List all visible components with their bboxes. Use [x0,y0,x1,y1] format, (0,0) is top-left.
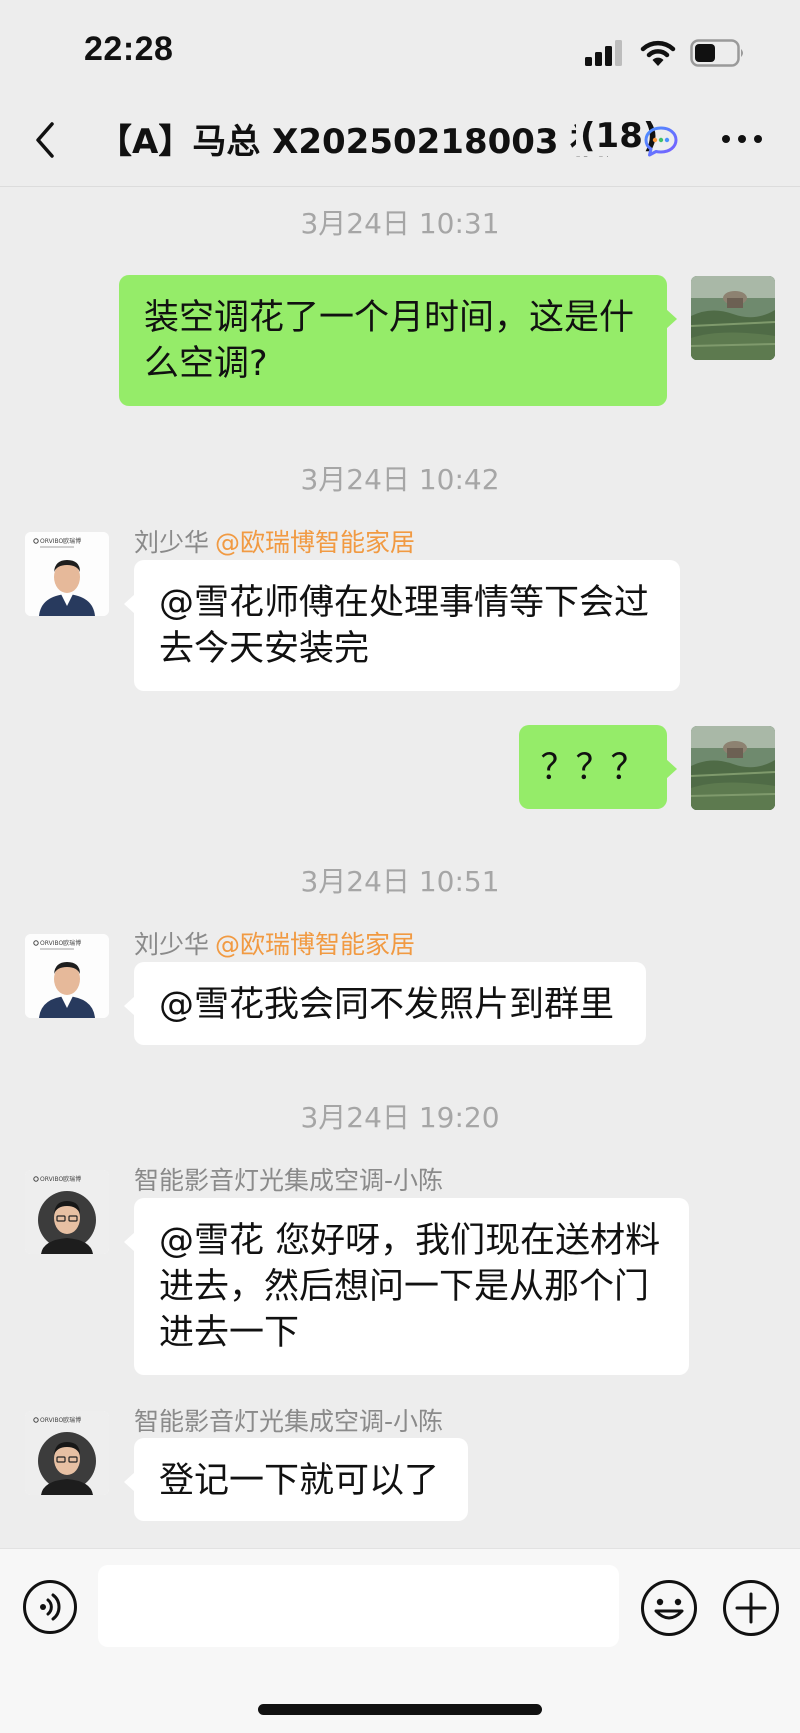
avatar-logo-text: ORVIBO欧瑞博 [40,1175,81,1183]
chat-header: 【A】马总 X20250218003 福建 (18) [0,96,800,187]
chat-title[interactable]: 【A】马总 X20250218003 福建 [98,114,618,164]
person-avatar-icon: ORVIBO欧瑞博 [25,1411,109,1495]
sender-avatar[interactable]: ORVIBO欧瑞博 [25,532,109,616]
landscape-photo-icon [691,726,775,810]
sender-avatar[interactable]: ORVIBO欧瑞博 [25,934,109,1018]
landscape-photo-icon [691,276,775,360]
received-message-bubble[interactable]: @雪花师傅在处理事情等下会过去今天安装完 [124,560,680,691]
status-bar: 22:28 [0,0,800,96]
message-timestamp: 3月24日 10:31 [300,207,500,240]
message-timestamp: 3月24日 10:42 [300,463,500,496]
voice-icon[interactable] [22,1579,78,1635]
received-message-bubble[interactable]: @雪花 您好呀，我们现在送材料进去，然后想问一下是从那个门进去一下 [124,1198,689,1375]
my-avatar[interactable] [691,726,775,810]
my-message-bubble[interactable]: 装空调花了一个月时间，这是什么空调? [119,275,677,406]
my-message-bubble[interactable]: ？？？ [519,725,677,809]
avatar-logo-text: ORVIBO欧瑞博 [40,537,81,545]
cellular-signal-icon [585,40,622,66]
sender-name-text: 刘少华 [134,528,210,557]
home-indicator[interactable] [258,1704,542,1715]
received-message-bubble[interactable]: @雪花我会同不发照片到群里 [124,962,646,1045]
sender-name: 刘少华 @欧瑞博智能家居 [134,523,415,559]
chevron-left-icon[interactable] [30,118,60,162]
plus-icon[interactable] [722,1579,780,1637]
avatar-logo-text: ORVIBO欧瑞博 [40,1416,81,1424]
person-avatar-icon: ORVIBO欧瑞博 [25,532,109,616]
sender-name-text: 刘少华 [134,930,210,959]
sender-name: 智能影音灯光集成空调-小陈 [134,1166,444,1195]
chat-bubble-icon[interactable] [643,124,679,160]
avatar-logo-text: ORVIBO欧瑞博 [40,939,81,947]
status-time: 22:28 [84,30,174,68]
received-message-bubble[interactable]: 登记一下就可以了 [124,1438,468,1521]
sender-avatar[interactable]: ORVIBO欧瑞博 [25,1170,109,1254]
wifi-icon [640,40,676,66]
message-input[interactable] [98,1565,619,1647]
message-timestamp: 3月24日 10:51 [300,865,500,898]
sender-name: 刘少华 @欧瑞博智能家居 [134,925,415,961]
sender-name: 智能影音灯光集成空调-小陈 [134,1407,444,1436]
person-avatar-icon: ORVIBO欧瑞博 [25,934,109,1018]
my-avatar[interactable] [691,276,775,360]
battery-icon [690,39,743,67]
more-dots-icon[interactable] [720,132,764,146]
emoji-icon[interactable] [640,1579,698,1637]
sender-org-tag[interactable]: @欧瑞博智能家居 [215,930,415,959]
sender-org-tag[interactable]: @欧瑞博智能家居 [215,528,415,557]
sender-avatar[interactable]: ORVIBO欧瑞博 [25,1411,109,1495]
message-timestamp: 3月24日 19:20 [300,1101,500,1134]
person-avatar-icon: ORVIBO欧瑞博 [25,1170,109,1254]
